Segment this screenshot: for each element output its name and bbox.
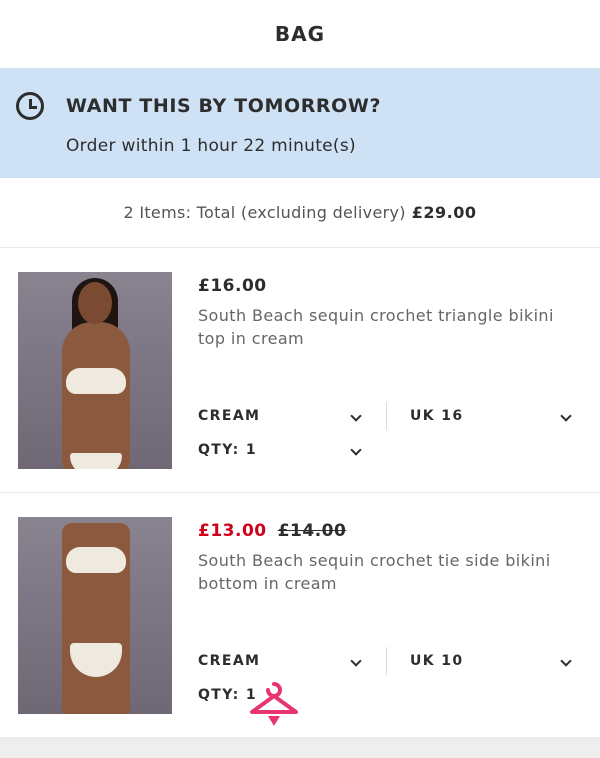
- bag-summary: 2 Items: Total (excluding delivery) £29.…: [0, 178, 600, 248]
- quantity-select[interactable]: QTY: 1: [198, 442, 257, 458]
- chevron-down-icon[interactable]: [350, 444, 362, 456]
- chevron-down-icon[interactable]: [560, 655, 572, 667]
- item-price: £16.00: [198, 276, 267, 296]
- chevron-down-icon[interactable]: [350, 410, 362, 422]
- chevron-down-icon[interactable]: [350, 655, 362, 667]
- page-title: BAG: [274, 22, 326, 46]
- bag-item: £16.00 South Beach sequin crochet triang…: [0, 248, 600, 493]
- item-sale-price: £13.00: [198, 521, 267, 541]
- delivery-promo-banner: WANT THIS BY TOMORROW? Order within 1 ho…: [0, 68, 600, 178]
- promo-title: WANT THIS BY TOMORROW?: [66, 95, 382, 117]
- product-image[interactable]: [18, 517, 172, 714]
- chevron-down-icon[interactable]: [560, 410, 572, 422]
- item-title[interactable]: South Beach sequin crochet triangle biki…: [198, 304, 568, 350]
- footer-strip: [0, 738, 600, 758]
- divider: [386, 402, 387, 430]
- promo-countdown: Order within 1 hour 22 minute(s): [66, 136, 356, 156]
- colour-select[interactable]: CREAM: [198, 408, 348, 424]
- item-title[interactable]: South Beach sequin crochet tie side biki…: [198, 549, 568, 595]
- clock-icon: [16, 92, 44, 120]
- size-select[interactable]: UK 10: [410, 653, 464, 669]
- summary-total: £29.00: [411, 203, 477, 222]
- product-image[interactable]: [18, 272, 172, 469]
- colour-select[interactable]: CREAM: [198, 653, 348, 669]
- bag-header: BAG: [0, 0, 600, 68]
- hanger-icon: [250, 682, 298, 726]
- item-original-price: £14.00: [277, 521, 347, 541]
- summary-label: 2 Items: Total (excluding delivery): [123, 203, 406, 222]
- divider: [386, 647, 387, 675]
- size-select[interactable]: UK 16: [410, 408, 464, 424]
